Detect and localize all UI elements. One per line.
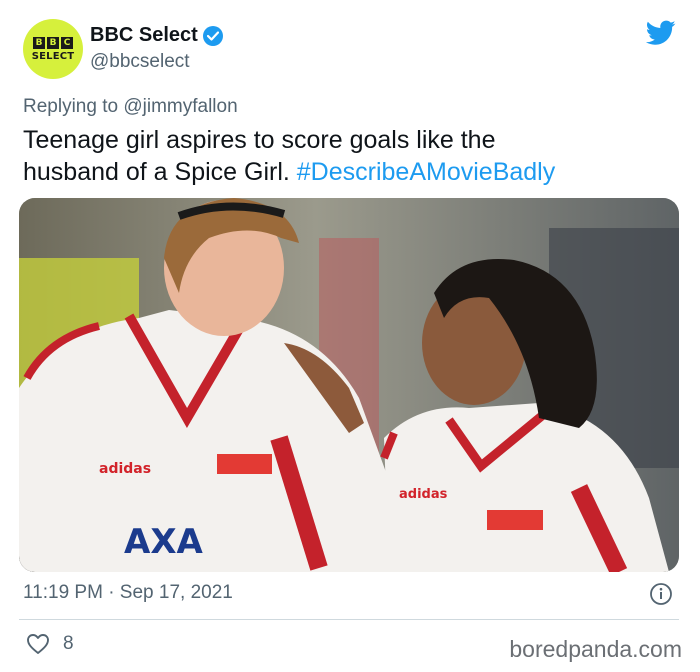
hashtag-link[interactable]: #DescribeAMovieBadly <box>297 158 555 186</box>
avatar[interactable]: B B C SELECT <box>23 19 83 79</box>
user-handle[interactable]: @bbcselect <box>90 51 190 73</box>
replying-prefix: Replying to <box>23 96 124 117</box>
bbc-block-b2: B <box>47 36 59 49</box>
heart-icon[interactable] <box>26 633 50 659</box>
display-name[interactable]: BBC Select <box>90 24 223 47</box>
bbc-block-c: C <box>61 36 73 49</box>
shirt-brand-1: adidas <box>99 461 151 477</box>
display-name-text: BBC Select <box>90 24 198 46</box>
like-count: 8 <box>63 633 74 654</box>
tweet-text-line2: husband of a Spice Girl. #DescribeAMovie… <box>23 156 683 188</box>
avatar-word: SELECT <box>31 50 75 62</box>
info-icon[interactable] <box>649 582 673 610</box>
verified-badge-icon <box>202 25 223 46</box>
tweet-text-line1: Teenage girl aspires to score goals like… <box>23 126 496 154</box>
bbc-block-b1: B <box>33 36 45 49</box>
tweet-photo[interactable]: adidas AXA adidas <box>19 198 679 572</box>
bbc-logo: B B C <box>33 36 73 49</box>
divider <box>19 619 679 620</box>
twitter-bird-icon[interactable] <box>645 20 676 50</box>
shirt-brand-2: adidas <box>399 487 448 502</box>
tweet-text-line2-text: husband of a Spice Girl. <box>23 158 297 186</box>
replying-to: Replying to @jimmyfallon <box>23 96 238 118</box>
tweet-timestamp[interactable]: 11:19 PM · Sep 17, 2021 <box>23 582 233 604</box>
mention-link[interactable]: @jimmyfallon <box>123 96 237 117</box>
shirt-sponsor: AXA <box>124 522 204 562</box>
tweet-text: Teenage girl aspires to score goals like… <box>23 124 683 188</box>
watermark: boredpanda.com <box>509 636 682 662</box>
